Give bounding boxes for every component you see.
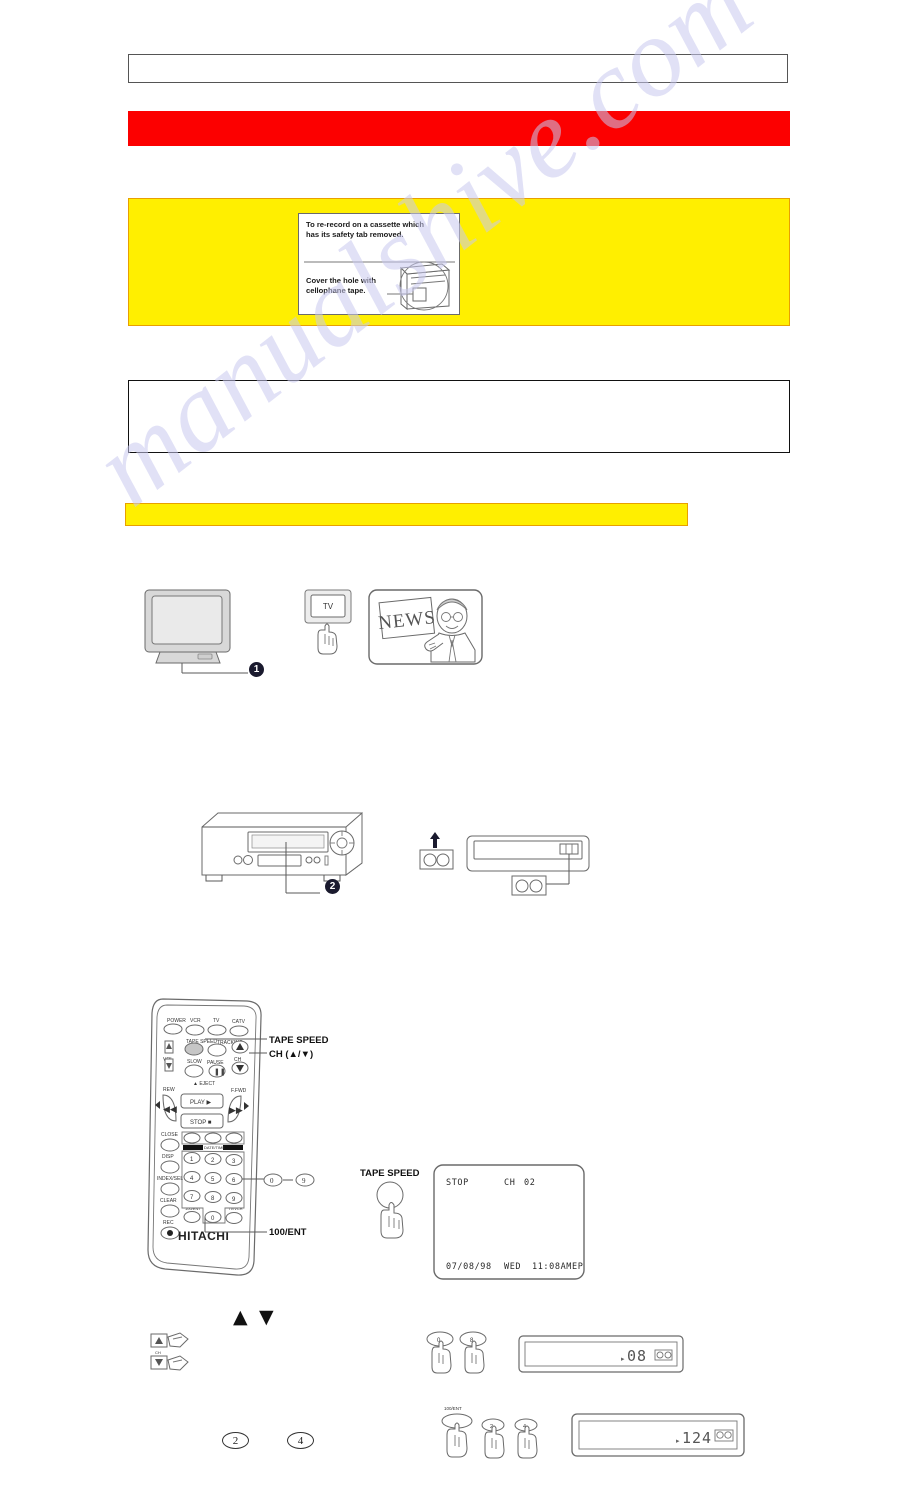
- row1-display-figure: 08 ▸: [517, 1334, 687, 1376]
- news-broadcast-illustration: NEWS: [368, 589, 483, 665]
- digit-range-markers: 0 9: [263, 1173, 315, 1187]
- osd-tape-speed-label: TAPE SPEED: [360, 1168, 420, 1179]
- step-2-badge: 2: [325, 879, 340, 894]
- remote-label-power: POWER: [167, 1018, 186, 1024]
- osd-weekday: WED: [504, 1262, 521, 1272]
- ch-updown-press-figure: CH: [143, 1330, 213, 1392]
- row1-display-value: 08: [627, 1347, 647, 1365]
- section-subhead-bar: [125, 503, 688, 526]
- remote-control-figure: POWER VCR TV CATV TAPE SPEED TRACKING VO…: [145, 995, 270, 1285]
- vcr-display-panel-1: 08 ▸: [518, 1335, 684, 1373]
- step1-news-screen-figure: NEWS: [367, 588, 487, 668]
- row2-display-figure: 124 ▸: [570, 1412, 750, 1460]
- ch-up-down-buttons-with-hands: CH: [150, 1332, 189, 1371]
- remote-label-rec: REC: [163, 1220, 174, 1226]
- remote-label-datetime: DATE/TIME: [204, 1145, 225, 1150]
- svg-text:▶▶: ▶▶: [229, 1106, 243, 1116]
- tv-button-with-hand: TV: [304, 589, 352, 655]
- callout-digit-range: 0 9: [262, 1170, 318, 1190]
- digit-range-from: 0: [270, 1177, 274, 1185]
- manual-page: manualshive.com To re-record on a casset…: [0, 0, 918, 1512]
- row1-key-press-figure: 0 8: [425, 1327, 495, 1389]
- remote-label-close: CLOSE: [161, 1132, 179, 1138]
- remote-label-index: INDEX/SEL: [157, 1176, 183, 1182]
- red-section-banner: [128, 111, 790, 146]
- callout-100ent: 100/ENT: [269, 1227, 307, 1238]
- remote-label-tvvcr: TV/VCR: [228, 1206, 243, 1211]
- remote-label-eject: ▲ EJECT: [193, 1081, 215, 1087]
- callout-ch-updown: CH (▲/▼): [269, 1049, 314, 1060]
- note-box: [128, 380, 790, 453]
- osd-speed: EP: [572, 1262, 583, 1272]
- step2-cassette-insert-figure: [412, 818, 592, 903]
- remote-label-ffwd: F.FWD: [231, 1088, 247, 1094]
- step-1-badge: 1: [249, 662, 264, 677]
- osd-screen-figure: STOP CH 02 07/08/98 WED 11:08AM EP: [432, 1163, 587, 1283]
- svg-text:❚❚: ❚❚: [214, 1068, 226, 1076]
- osd-mode: STOP: [446, 1178, 469, 1188]
- svg-text:▸: ▸: [621, 1355, 625, 1363]
- row2-key-press-figure: 100/ENT 2 4: [440, 1400, 550, 1472]
- circled-key-4: 4: [287, 1432, 314, 1449]
- arrow-down-glyph: ▼: [259, 1306, 274, 1328]
- arrow-up-glyph: ▲: [233, 1306, 248, 1328]
- row2-display-value: 124: [682, 1429, 712, 1447]
- vcr-front-panel-illustration: [201, 811, 363, 894]
- remote-label-catv: CATV: [232, 1019, 246, 1025]
- callout-tape-speed: TAPE SPEED: [269, 1035, 329, 1046]
- osd-time: 11:08AM: [532, 1262, 572, 1272]
- circled-key-2: 2: [222, 1432, 249, 1449]
- vcr-display-panel-2: 124 ▸: [571, 1413, 745, 1457]
- tv-button-label: TV: [323, 602, 334, 611]
- remote-label-100ent: 100/ENT: [185, 1206, 201, 1211]
- osd-channel-value: 02: [524, 1178, 535, 1188]
- remote-label-rew: REW: [163, 1087, 175, 1093]
- tape-speed-press-figure: [370, 1178, 420, 1248]
- svg-text:CH: CH: [155, 1350, 161, 1355]
- osd-channel-label: CH: [504, 1178, 515, 1188]
- step2-vcr-figure: [196, 805, 371, 905]
- cassette-hole-illustration: [304, 261, 455, 311]
- remote-label-tv: TV: [213, 1018, 220, 1024]
- row2-enter-label: 100/ENT: [444, 1406, 462, 1411]
- remote-label-stop: STOP ■: [190, 1120, 212, 1126]
- remote-label-vcr: VCR: [190, 1018, 201, 1024]
- remote-label-slow: SLOW: [187, 1059, 202, 1065]
- digit-range-to: 9: [302, 1177, 306, 1185]
- hitachi-remote-illustration: POWER VCR TV CATV TAPE SPEED TRACKING VO…: [147, 998, 267, 1276]
- keys-0-8-with-hands: 0 8: [426, 1331, 487, 1374]
- remote-label-clear: CLEAR: [160, 1198, 177, 1204]
- keys-100ent-2-4-with-hands: 100/ENT 2 4: [441, 1406, 538, 1459]
- osd-date: 07/08/98: [446, 1262, 492, 1272]
- svg-text:◀◀: ◀◀: [163, 1105, 177, 1115]
- cassette-insertion-diagram: [419, 832, 590, 896]
- remote-label-play: PLAY ▶: [190, 1100, 211, 1106]
- on-screen-display: STOP CH 02 07/08/98 WED 11:08AM EP: [433, 1164, 585, 1280]
- remote-brand-label: HITACHI: [178, 1229, 229, 1243]
- cassette-safety-tab-figure: To re-record on a cassette which has its…: [298, 213, 460, 315]
- tape-speed-button-with-hand: [376, 1181, 404, 1239]
- remote-label-disp: DISP: [162, 1154, 174, 1160]
- svg-text:▸: ▸: [676, 1437, 680, 1445]
- step1-tv-button-figure: TV: [303, 588, 363, 670]
- page-title-box: [128, 54, 788, 83]
